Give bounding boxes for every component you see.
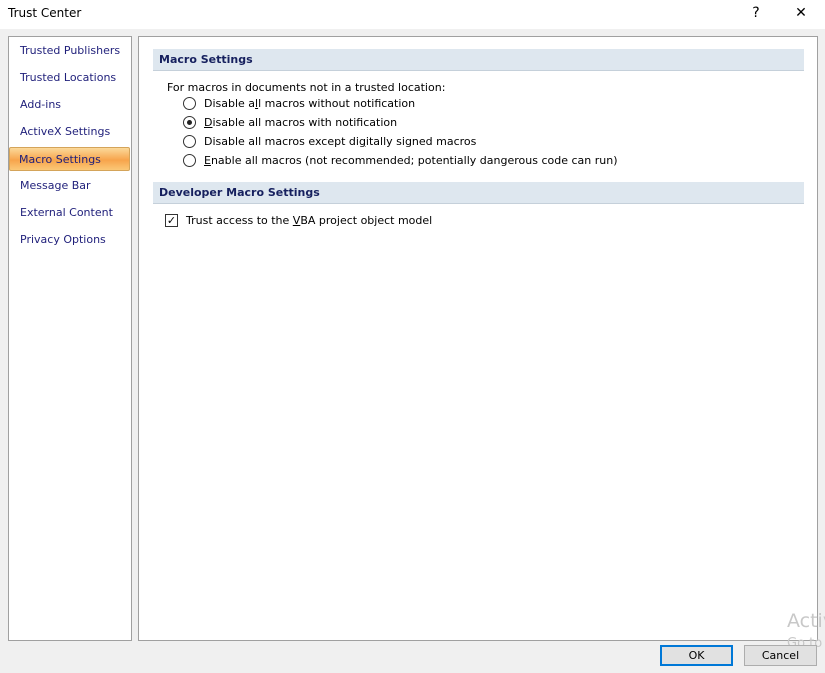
radio-disable-except-signed[interactable]: Disable all macros except digitally sign… <box>183 135 476 148</box>
section-header-macro-settings: Macro Settings <box>153 49 804 71</box>
macro-intro-text: For macros in documents not in a trusted… <box>167 81 446 94</box>
close-button[interactable]: ✕ <box>786 2 816 26</box>
help-button[interactable]: ? <box>741 2 771 26</box>
radio-enable-all-macros[interactable]: Enable all macros (not recommended; pote… <box>183 154 617 167</box>
window-title: Trust Center <box>8 6 82 20</box>
title-bar: Trust Center ? ✕ <box>0 0 825 29</box>
activation-watermark-line1: Activ <box>787 610 825 632</box>
radio-disable-with-notification[interactable]: Disable all macros with notification <box>183 116 397 129</box>
sidebar-item-privacy-options[interactable]: Privacy Options <box>11 228 129 252</box>
sidebar: Trusted Publishers Trusted Locations Add… <box>8 36 132 641</box>
sidebar-item-trusted-locations[interactable]: Trusted Locations <box>11 66 129 90</box>
sidebar-item-external-content[interactable]: External Content <box>11 201 129 225</box>
radio-disable-without-notification[interactable]: Disable all macros without notification <box>183 97 415 110</box>
checkbox-label: Trust access to the VBA project object m… <box>186 214 433 227</box>
radio-label: Disable all macros without notification <box>204 97 416 110</box>
sidebar-item-trusted-publishers[interactable]: Trusted Publishers <box>11 39 129 63</box>
radio-circle[interactable] <box>183 97 196 110</box>
sidebar-item-message-bar[interactable]: Message Bar <box>11 174 129 198</box>
radio-circle[interactable] <box>183 154 196 167</box>
sidebar-item-add-ins[interactable]: Add-ins <box>11 93 129 117</box>
section-header-developer-macro-settings: Developer Macro Settings <box>153 182 804 204</box>
radio-label: Disable all macros except digitally sign… <box>204 135 477 148</box>
radio-label: Disable all macros with notification <box>204 116 398 129</box>
radio-circle[interactable] <box>183 135 196 148</box>
radio-circle-selected[interactable] <box>183 116 196 129</box>
checkbox-trust-vba-access[interactable]: ✓ Trust access to the VBA project object… <box>165 214 432 227</box>
ok-button[interactable]: OK <box>660 645 733 666</box>
sidebar-item-macro-settings[interactable]: Macro Settings <box>9 147 130 171</box>
checkmark-icon[interactable]: ✓ <box>165 214 178 227</box>
radio-label: Enable all macros (not recommended; pote… <box>204 154 618 167</box>
cancel-button[interactable]: Cancel <box>744 645 817 666</box>
sidebar-item-activex-settings[interactable]: ActiveX Settings <box>11 120 129 144</box>
settings-panel: Macro Settings For macros in documents n… <box>138 36 818 641</box>
